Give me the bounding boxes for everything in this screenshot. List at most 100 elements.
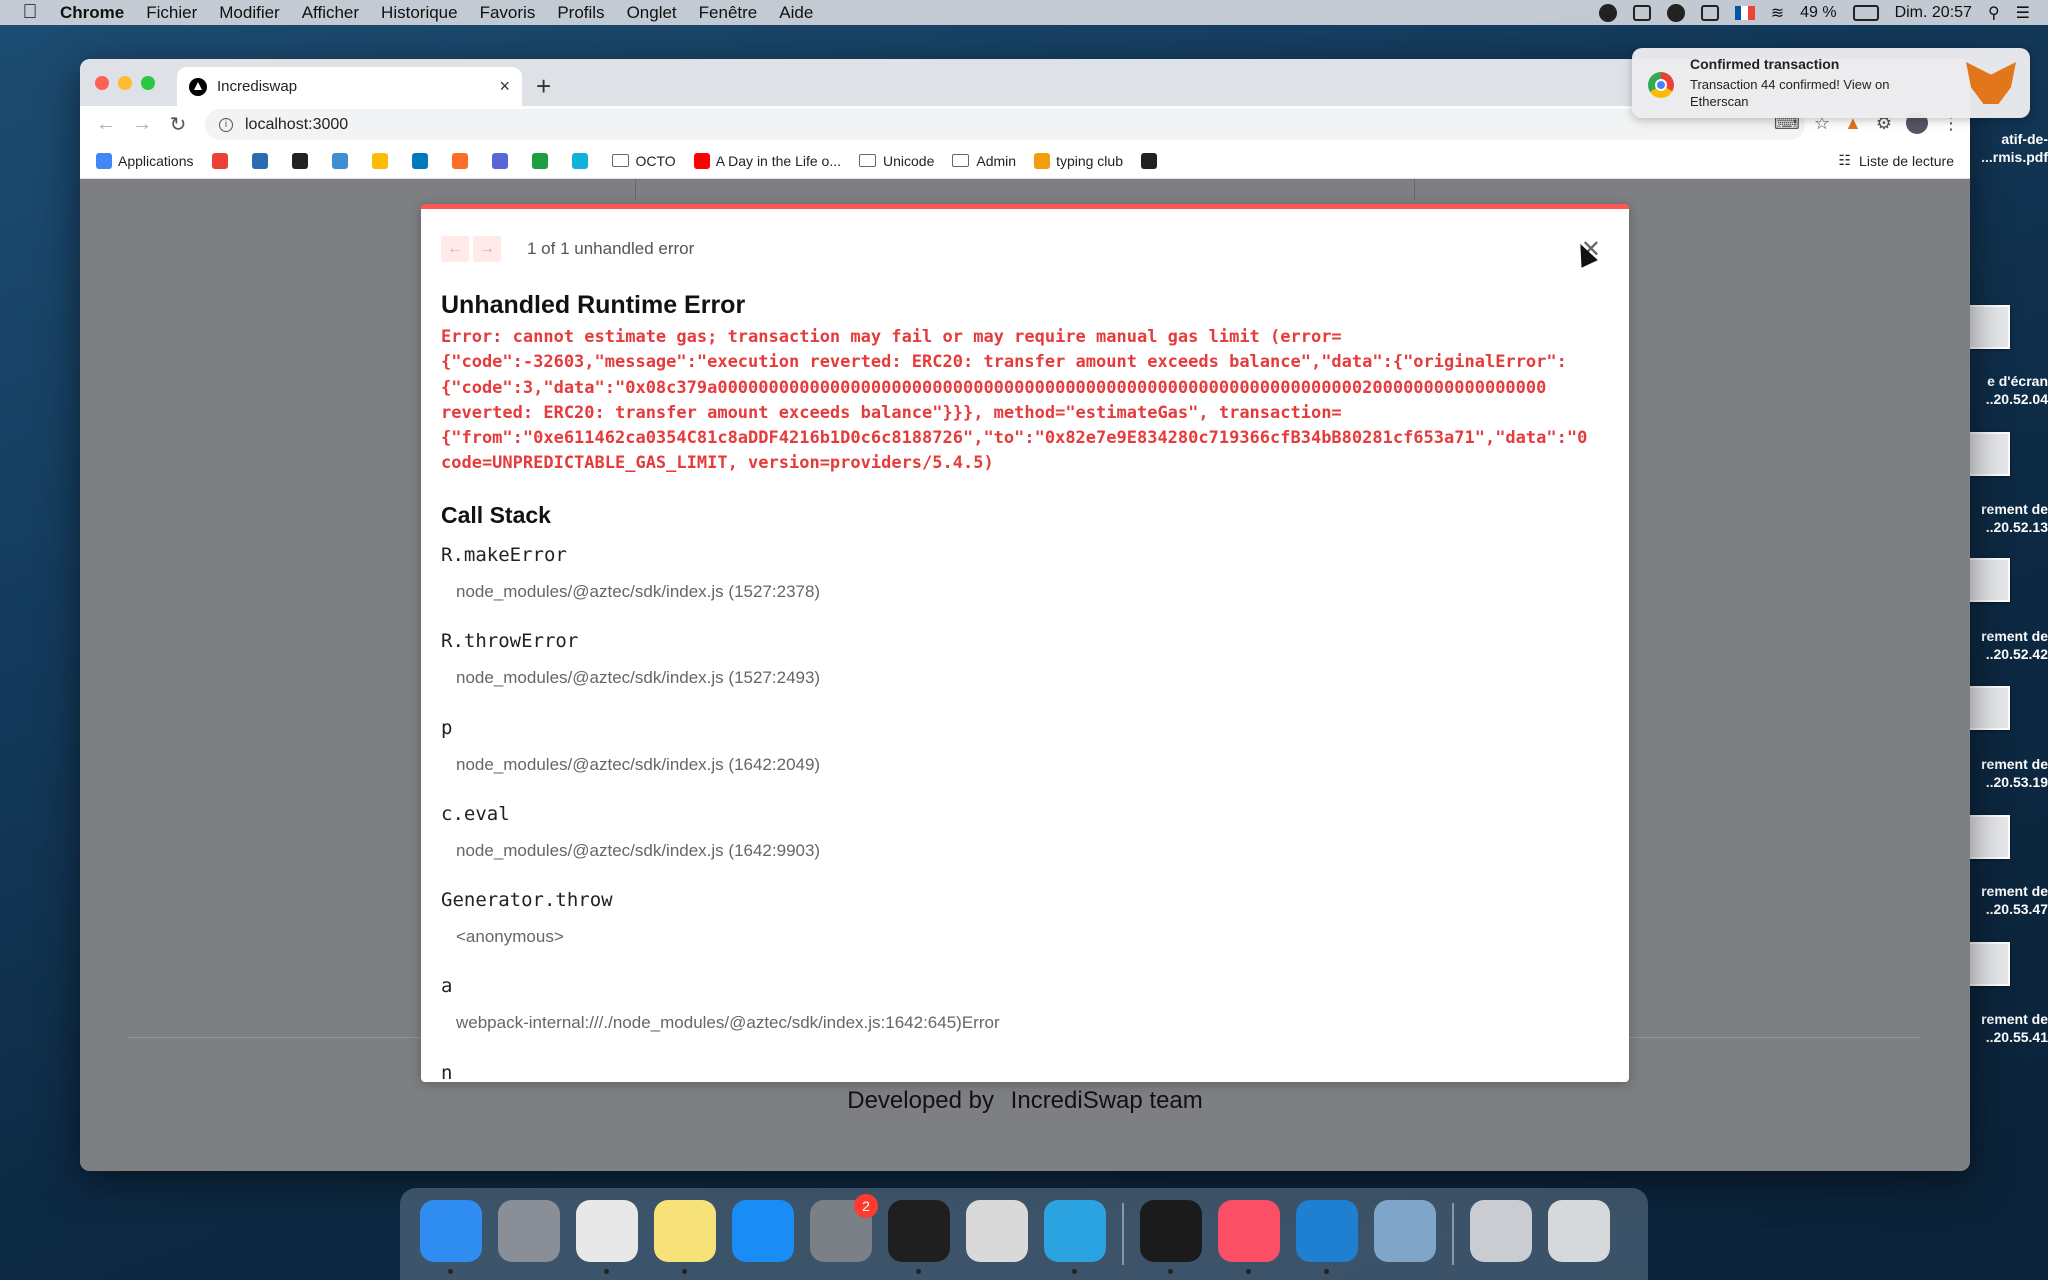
desktop-file[interactable]: rement de ..20.53.47 <box>1960 882 2048 918</box>
bookmark-item[interactable] <box>331 152 354 169</box>
menu-afficher[interactable]: Afficher <box>302 3 359 23</box>
control-center-icon[interactable]: ☰ <box>2016 3 2030 23</box>
desktop-file-thumbnail[interactable] <box>1966 432 2010 476</box>
next-error-button[interactable]: → <box>473 236 501 262</box>
running-indicator <box>1168 1269 1173 1274</box>
desktop-file[interactable]: rement de ..20.52.42 <box>1960 627 2048 663</box>
compass-icon[interactable] <box>1666 3 1685 22</box>
desktop-file-thumbnail[interactable] <box>1966 305 2010 349</box>
desktop-file-thumbnail[interactable] <box>1966 942 2010 986</box>
music-icon[interactable] <box>1218 1200 1280 1274</box>
bookmark-item[interactable]: Admin <box>952 153 1016 169</box>
stack-frame-location: node_modules/@aztec/sdk/index.js (1642:9… <box>456 840 821 860</box>
desktop-file-thumbnail[interactable] <box>1966 686 2010 730</box>
bookmark-item[interactable] <box>531 152 554 169</box>
bookmark-label: OCTO <box>635 152 676 169</box>
forward-icon[interactable]: → <box>124 113 160 136</box>
french-flag-icon[interactable] <box>1734 5 1755 20</box>
menu-fenetre[interactable]: Fenêtre <box>699 3 758 23</box>
stack-frame-function: Generator.throw <box>441 889 613 912</box>
trash-icon[interactable] <box>1548 1200 1610 1262</box>
drive-icon <box>371 152 388 169</box>
app-store-icon[interactable] <box>732 1200 794 1262</box>
bookmark-item[interactable] <box>491 152 514 169</box>
bookmark-item[interactable]: A Day in the Life o... <box>693 152 841 169</box>
stack-frame[interactable]: a webpack-internal:///./node_modules/@azt… <box>441 975 1601 1061</box>
call-stack-heading: Call Stack <box>441 502 551 528</box>
bookmarks-bar: Applications OCTO A Day in the Life o... Un… <box>80 143 1970 179</box>
spotlight-search-icon[interactable]: ⚲ <box>1988 3 2000 23</box>
stack-frame[interactable]: Generator.throw <anonymous> <box>441 889 1601 975</box>
address-bar[interactable]: i localhost:3000 <box>205 109 1805 140</box>
close-window-button[interactable] <box>95 76 109 90</box>
bookmark-item[interactable]: OCTO <box>611 152 676 169</box>
reading-list-button[interactable]: ☷ Liste de lecture <box>1838 152 1954 169</box>
menu-favoris[interactable]: Favoris <box>480 3 536 23</box>
desktop-file-thumbnail[interactable] <box>1966 558 2010 602</box>
desktop-file[interactable]: rement de ..20.55.41 <box>1960 1010 2048 1046</box>
apple-icon[interactable]:  <box>0 1 60 24</box>
menu-aide[interactable]: Aide <box>779 3 813 23</box>
desktop-file-thumbnail[interactable] <box>1966 815 2010 859</box>
calculator-icon[interactable] <box>966 1200 1028 1262</box>
record-icon[interactable] <box>1598 3 1617 22</box>
minimize-window-button[interactable] <box>118 76 132 90</box>
stack-frame[interactable]: R.throwError node_modules/@aztec/sdk/inde… <box>441 630 1601 716</box>
preview-icon[interactable] <box>1374 1200 1436 1262</box>
bookmark-item[interactable] <box>451 152 474 169</box>
desktop-file[interactable]: e d'écran ..20.52.04 <box>1960 372 2048 408</box>
bookmark-item[interactable] <box>251 152 274 169</box>
vscode-icon[interactable] <box>1296 1200 1358 1274</box>
stack-frame-function: R.throwError <box>441 630 579 653</box>
site-info-icon[interactable]: i <box>219 117 233 132</box>
stack-frame[interactable]: n <box>441 1062 1601 1082</box>
notification-body: Transaction 44 confirmed! View on Ethers… <box>1690 77 1890 109</box>
wifi-icon[interactable]: ≋ <box>1771 3 1784 23</box>
system-preferences-icon[interactable]: 2 <box>810 1194 878 1262</box>
bookmark-item[interactable] <box>371 152 394 169</box>
menu-fichier[interactable]: Fichier <box>146 3 197 23</box>
zoom-window-button[interactable] <box>141 76 155 90</box>
new-tab-button[interactable]: + <box>536 71 551 102</box>
menu-modifier[interactable]: Modifier <box>219 3 279 23</box>
menu-historique[interactable]: Historique <box>381 3 458 23</box>
stack-frame[interactable]: R.makeError node_modules/@aztec/sdk/index… <box>441 544 1601 630</box>
bookmark-item[interactable] <box>291 152 314 169</box>
app-menu-chrome[interactable]: Chrome <box>60 3 124 23</box>
bookmark-item[interactable] <box>1141 152 1163 169</box>
previous-error-button[interactable]: ← <box>441 236 469 262</box>
notes-status-icon[interactable] <box>1632 4 1651 21</box>
chrome-icon[interactable] <box>576 1200 638 1274</box>
terminal-icon[interactable] <box>1140 1200 1202 1274</box>
menu-profils[interactable]: Profils <box>557 3 604 23</box>
battery-icon[interactable] <box>1852 4 1879 21</box>
tab-incrediswap[interactable]: Incrediswap × <box>177 67 522 106</box>
airplay-icon[interactable] <box>1700 4 1719 21</box>
desktop-file[interactable]: atif-de- ...rmis.pdf <box>1960 130 2048 166</box>
telegram-icon[interactable] <box>1044 1200 1106 1274</box>
menu-onglet[interactable]: Onglet <box>627 3 677 23</box>
bookmark-item[interactable] <box>411 152 434 169</box>
desktop-file[interactable]: rement de ..20.52.13 <box>1960 500 2048 536</box>
bookmark-label: A Day in the Life o... <box>715 152 841 169</box>
page-footer: Developed by IncrediSwap team <box>80 1087 1970 1115</box>
tab-close-icon[interactable]: × <box>499 76 510 97</box>
launchpad-icon[interactable] <box>498 1200 560 1262</box>
bookmark-item[interactable]: Unicode <box>859 153 934 169</box>
notification-banner[interactable]: Confirmed transaction Transaction 44 con… <box>1632 48 2030 118</box>
back-icon[interactable]: ← <box>88 113 124 136</box>
documents-stack-icon[interactable] <box>1470 1200 1532 1262</box>
menubar-clock[interactable]: Dim. 20:57 <box>1895 4 1972 22</box>
reload-icon[interactable]: ↻ <box>160 112 196 137</box>
terminal-alt-icon[interactable] <box>888 1200 950 1274</box>
finder-icon[interactable] <box>420 1200 482 1274</box>
stack-frame[interactable]: c.eval node_modules/@aztec/sdk/index.js (… <box>441 803 1601 889</box>
bookmark-item[interactable] <box>571 152 594 169</box>
notes-icon[interactable] <box>654 1200 716 1274</box>
bookmark-item[interactable] <box>211 152 234 169</box>
desktop-file[interactable]: rement de ..20.53.19 <box>1960 755 2048 791</box>
bookmark-item[interactable]: Applications <box>96 152 194 169</box>
bookmark-item[interactable]: typing club <box>1034 152 1123 169</box>
bookmark-label: Admin <box>976 152 1017 169</box>
stack-frame[interactable]: p node_modules/@aztec/sdk/index.js (1642:… <box>441 717 1601 803</box>
